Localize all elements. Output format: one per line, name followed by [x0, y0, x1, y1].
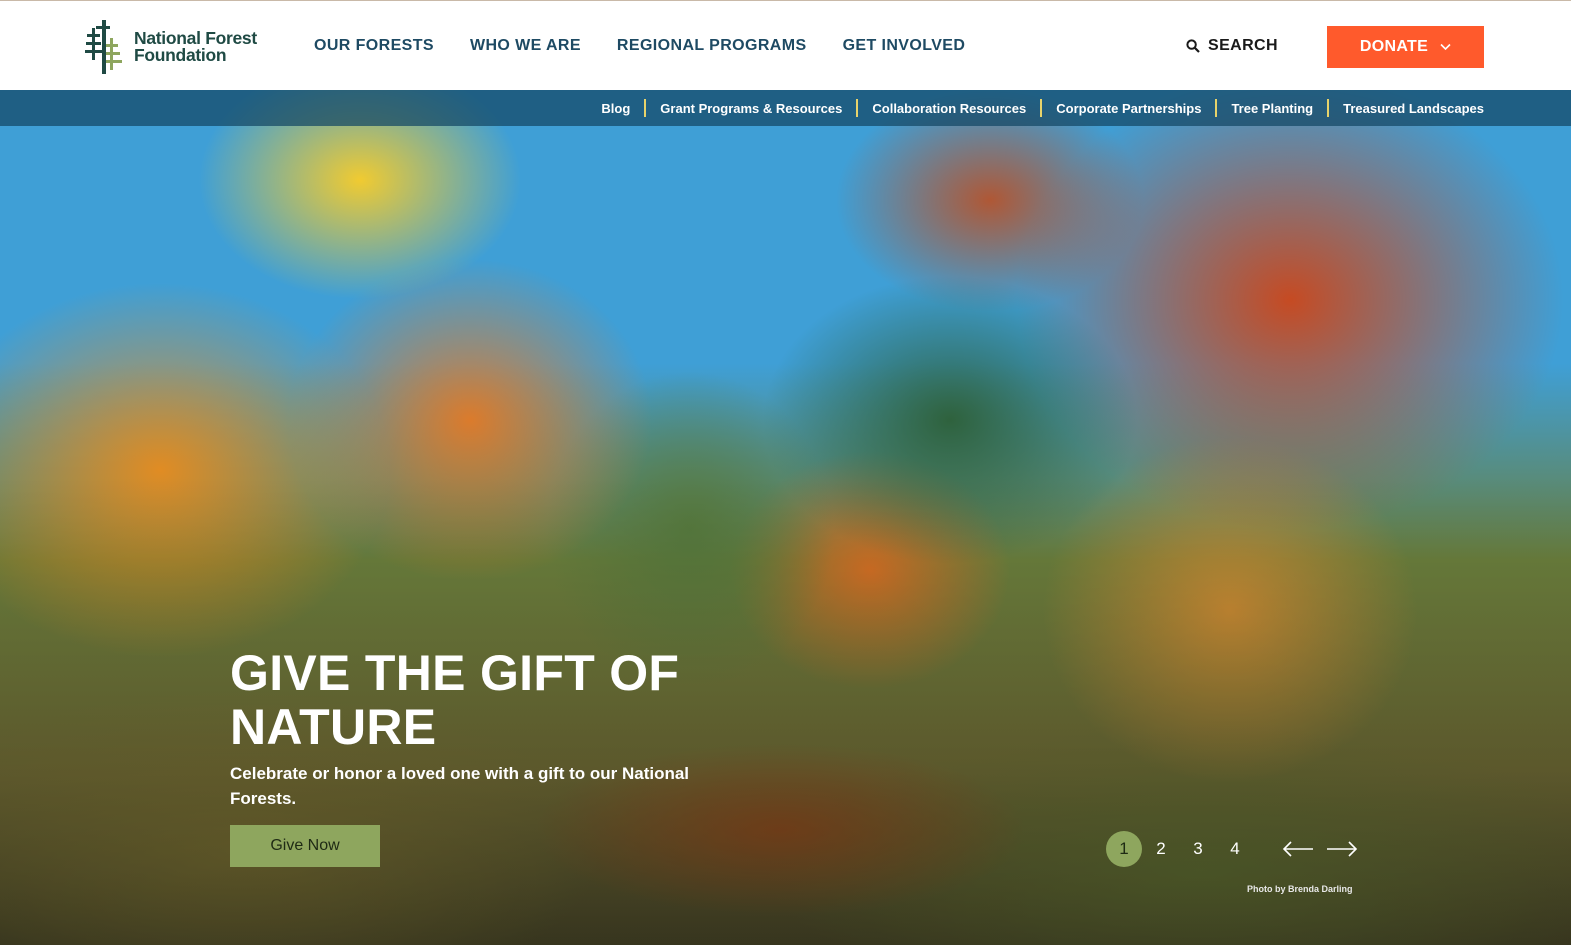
hero-title: GIVE THE GIFT OF NATURE: [230, 646, 790, 754]
subnav-collaboration-resources[interactable]: Collaboration Resources: [858, 101, 1040, 116]
secondary-nav: Blog Grant Programs & Resources Collabor…: [0, 90, 1571, 126]
slide-page-2[interactable]: 2: [1143, 831, 1179, 867]
hero-title-line1: GIVE THE GIFT OF: [230, 645, 680, 701]
slide-page-4[interactable]: 4: [1217, 831, 1253, 867]
slider-arrows: [1282, 841, 1358, 857]
logo[interactable]: National Forest Foundation: [84, 17, 274, 77]
slider-pagination: 1 2 3 4: [1106, 831, 1358, 867]
logo-line2: Foundation: [134, 45, 227, 65]
hero-title-line2: NATURE: [230, 699, 437, 755]
nav-get-involved[interactable]: GET INVOLVED: [843, 37, 966, 55]
hero-description: Celebrate or honor a loved one with a gi…: [230, 764, 690, 808]
logo-text: National Forest Foundation: [134, 29, 257, 65]
chevron-down-icon: [1440, 43, 1451, 51]
arrow-left-icon[interactable]: [1282, 841, 1314, 857]
main-nav: OUR FORESTS WHO WE ARE REGIONAL PROGRAMS…: [314, 37, 965, 55]
site-header: National Forest Foundation OUR FORESTS W…: [0, 0, 1571, 90]
hero-image: [0, 90, 1571, 945]
donate-label: DONATE: [1359, 38, 1429, 55]
subnav-tree-planting[interactable]: Tree Planting: [1217, 101, 1327, 116]
slide-page-1[interactable]: 1: [1106, 831, 1142, 867]
give-now-button[interactable]: Give Now: [230, 825, 380, 867]
subnav-grant-programs[interactable]: Grant Programs & Resources: [646, 101, 856, 116]
search-label: SEARCH: [1208, 37, 1278, 54]
slide-page-3[interactable]: 3: [1180, 831, 1216, 867]
subnav-treasured-landscapes[interactable]: Treasured Landscapes: [1329, 101, 1484, 116]
subnav-corporate-partnerships[interactable]: Corporate Partnerships: [1042, 101, 1215, 116]
subnav-blog[interactable]: Blog: [587, 101, 644, 116]
nav-regional-programs[interactable]: REGIONAL PROGRAMS: [617, 37, 807, 55]
hero-banner: Blog Grant Programs & Resources Collabor…: [0, 90, 1571, 945]
nav-our-forests[interactable]: OUR FORESTS: [314, 37, 434, 55]
arrow-right-icon[interactable]: [1326, 841, 1358, 857]
tree-logo-icon: [85, 20, 122, 74]
search-icon: [1186, 39, 1200, 53]
search-button[interactable]: SEARCH: [1186, 37, 1278, 55]
photo-credit: Photo by Brenda Darling: [1247, 884, 1353, 894]
donate-button[interactable]: DONATE: [1327, 26, 1484, 68]
nav-who-we-are[interactable]: WHO WE ARE: [470, 37, 581, 55]
